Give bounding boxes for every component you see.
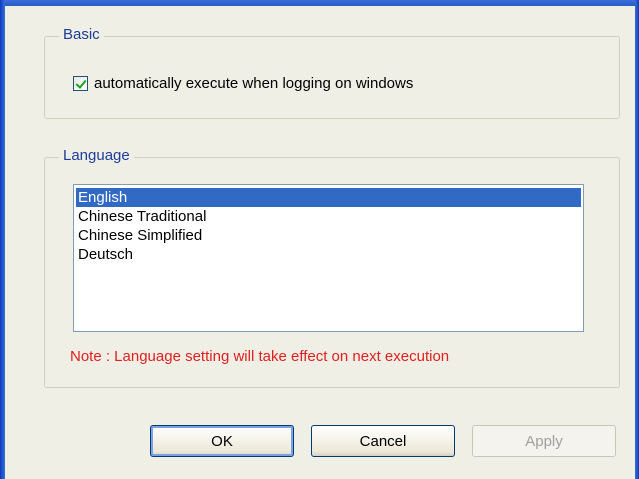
cancel-button[interactable]: Cancel <box>311 425 455 457</box>
settings-dialog: Basic automatically execute when logging… <box>0 0 639 479</box>
basic-group-title: Basic <box>59 26 104 43</box>
window-frame-right <box>635 0 639 479</box>
window-frame-top <box>0 0 639 6</box>
autostart-option[interactable]: automatically execute when logging on wi… <box>73 75 413 92</box>
basic-groupbox: Basic automatically execute when logging… <box>44 26 620 119</box>
language-group-title: Language <box>59 147 134 164</box>
apply-button[interactable]: Apply <box>472 425 616 457</box>
autostart-checkbox[interactable] <box>73 76 88 91</box>
ok-button[interactable]: OK <box>150 425 294 457</box>
language-option-chinese-simplified[interactable]: Chinese Simplified <box>76 226 581 245</box>
language-groupbox: Language English Chinese Traditional Chi… <box>44 147 620 388</box>
language-listbox[interactable]: English Chinese Traditional Chinese Simp… <box>73 184 584 332</box>
language-note: Note : Language setting will take effect… <box>70 348 450 365</box>
language-option-chinese-traditional[interactable]: Chinese Traditional <box>76 207 581 226</box>
language-option-english[interactable]: English <box>76 188 581 207</box>
language-option-deutsch[interactable]: Deutsch <box>76 245 581 264</box>
window-frame-left <box>0 0 5 479</box>
autostart-label[interactable]: automatically execute when logging on wi… <box>94 75 413 92</box>
